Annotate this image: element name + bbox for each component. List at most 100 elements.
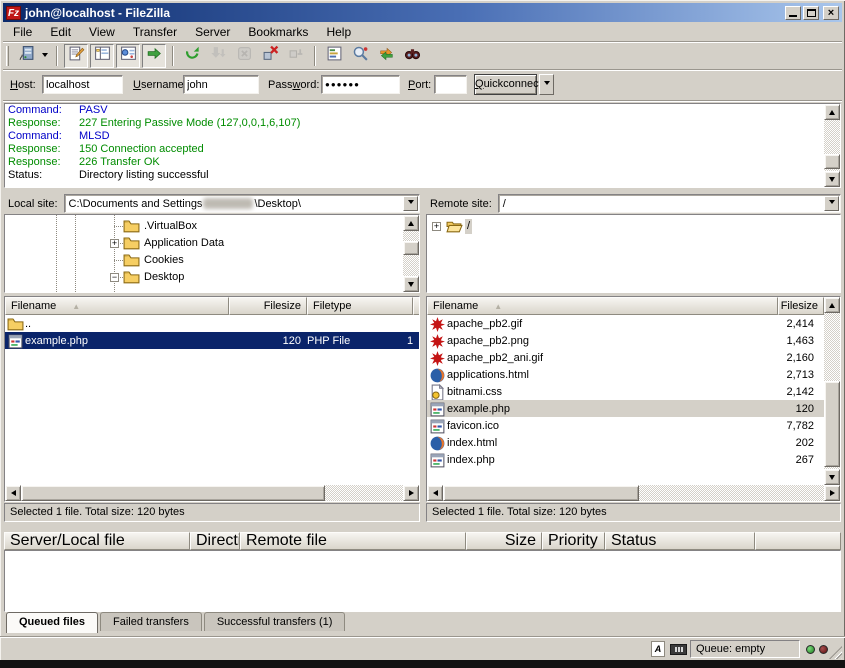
- local-site-row: Local site: C:\Documents and Settings\De…: [4, 194, 420, 213]
- remote-h-scrollbar[interactable]: [427, 485, 840, 501]
- menu-server[interactable]: Server: [186, 23, 239, 41]
- remote-site-dropdown-button[interactable]: [824, 196, 839, 211]
- process-queue-button: [206, 44, 230, 68]
- file-row-applications-html[interactable]: applications.html2,713: [427, 366, 824, 383]
- scroll-thumb[interactable]: [824, 381, 840, 467]
- column-header-label: Filetype: [313, 300, 352, 312]
- minimize-button[interactable]: [785, 6, 801, 20]
- file-row-apache-pb2-gif[interactable]: apache_pb2.gif2,414: [427, 315, 824, 332]
- column-header-l[interactable]: L: [413, 297, 420, 315]
- file-row-index-php[interactable]: index.php267: [427, 451, 824, 468]
- activity-led-green: [806, 645, 815, 654]
- queue-column-status[interactable]: Status: [605, 532, 755, 550]
- local-h-scrollbar[interactable]: [5, 485, 419, 501]
- log-line-label: Status:: [5, 169, 79, 182]
- file-row-apache-pb2-ani-gif[interactable]: apache_pb2_ani.gif2,160: [427, 349, 824, 366]
- maximize-button[interactable]: [803, 6, 819, 20]
- arrow-left-icon: [8, 490, 16, 496]
- menu-view[interactable]: View: [80, 23, 124, 41]
- remote-v-scrollbar[interactable]: [824, 297, 840, 485]
- column-header-filename[interactable]: Filename▲: [5, 297, 229, 315]
- toggle-message-log-button[interactable]: [64, 44, 88, 68]
- queue-column-size[interactable]: Size: [466, 532, 542, 550]
- queue-column-spacer[interactable]: [755, 532, 841, 550]
- queue-column-directi-[interactable]: Directi...: [190, 532, 240, 550]
- file-row-apache-pb2-png[interactable]: apache_pb2.png1,463: [427, 332, 824, 349]
- scroll-thumb[interactable]: [443, 485, 639, 501]
- scroll-up-button[interactable]: [824, 104, 840, 120]
- refresh-button[interactable]: [180, 44, 204, 68]
- scroll-down-button[interactable]: [824, 469, 840, 485]
- image-file-icon: [427, 350, 447, 366]
- file-row-example-php[interactable]: example.php120: [427, 400, 824, 417]
- file-row-index-html[interactable]: index.html202: [427, 434, 824, 451]
- port-input[interactable]: [434, 75, 467, 94]
- file-row-bitnami-css[interactable]: bitnami.css2,142: [427, 383, 824, 400]
- scroll-left-button[interactable]: [427, 485, 443, 501]
- file-row--[interactable]: ..: [5, 315, 419, 332]
- toggle-remote-tree-button[interactable]: [116, 44, 140, 68]
- tree-item-root[interactable]: +/: [427, 218, 838, 235]
- menu-help[interactable]: Help: [317, 23, 360, 41]
- tab-failed-transfers[interactable]: Failed transfers: [100, 612, 202, 631]
- queue-column-server-local-file[interactable]: Server/Local file: [4, 532, 190, 550]
- tree-item-application-data[interactable]: +Application Data: [5, 235, 401, 252]
- column-header-filesize[interactable]: Filesize: [778, 297, 824, 315]
- synchronized-browsing-button[interactable]: [374, 44, 398, 68]
- scroll-thumb[interactable]: [824, 154, 840, 169]
- toggle-local-tree-button[interactable]: [90, 44, 114, 68]
- column-header-filesize[interactable]: Filesize: [229, 297, 307, 315]
- find-files-button[interactable]: [400, 44, 424, 68]
- quickconnect-button[interactable]: Quickconnect: [474, 74, 537, 95]
- scroll-right-button[interactable]: [403, 485, 419, 501]
- menu-bookmarks[interactable]: Bookmarks: [239, 23, 317, 41]
- queue-column-remote-file[interactable]: Remote file: [240, 532, 466, 550]
- scroll-down-button[interactable]: [824, 171, 840, 187]
- host-input[interactable]: [42, 75, 123, 94]
- scroll-up-button[interactable]: [403, 215, 419, 231]
- remote-list-header: Filename▲Filesize: [427, 297, 824, 315]
- queue-column-priority[interactable]: Priority: [542, 532, 605, 550]
- directory-comparison-button[interactable]: [348, 44, 372, 68]
- local-site-combo[interactable]: C:\Documents and Settings\Desktop\: [64, 194, 420, 213]
- tab-successful-transfers-1-[interactable]: Successful transfers (1): [204, 612, 346, 631]
- quickconnect-dropdown-button[interactable]: [539, 74, 554, 95]
- username-input[interactable]: [183, 75, 259, 94]
- scroll-thumb[interactable]: [403, 241, 419, 255]
- file-row-favicon-ico[interactable]: favicon.ico7,782: [427, 417, 824, 434]
- scroll-down-button[interactable]: [403, 276, 419, 292]
- local-site-dropdown-button[interactable]: [403, 196, 418, 211]
- column-header-filename[interactable]: Filename▲: [427, 297, 778, 315]
- tree-item--virtualbox[interactable]: .VirtualBox: [5, 218, 401, 235]
- directory-listing-filters-button[interactable]: [322, 44, 346, 68]
- remote-site-combo[interactable]: /: [498, 194, 841, 213]
- scroll-up-button[interactable]: [824, 297, 840, 313]
- close-button[interactable]: ×: [823, 6, 839, 20]
- tab-queued-files[interactable]: Queued files: [6, 612, 98, 633]
- title-bar: Fz john@localhost - FileZilla ×: [3, 3, 842, 22]
- scroll-left-button[interactable]: [5, 485, 21, 501]
- scroll-thumb[interactable]: [21, 485, 325, 501]
- collapse-icon[interactable]: −: [110, 273, 119, 282]
- menu-transfer[interactable]: Transfer: [124, 23, 186, 41]
- expand-icon[interactable]: +: [432, 222, 441, 231]
- column-header-filetype[interactable]: Filetype: [307, 297, 413, 315]
- menu-file[interactable]: File: [4, 23, 41, 41]
- toggle-transfer-queue-button[interactable]: [142, 44, 166, 68]
- local-tree-scrollbar[interactable]: [403, 215, 419, 292]
- site-manager-button[interactable]: [14, 44, 38, 68]
- password-input[interactable]: [321, 75, 400, 94]
- expand-icon[interactable]: +: [110, 239, 119, 248]
- resize-grip[interactable]: [829, 646, 842, 659]
- tree-item-desktop[interactable]: −Desktop: [5, 269, 401, 286]
- toolbar-grip[interactable]: [6, 46, 9, 66]
- file-name: example.php: [447, 403, 778, 415]
- site-manager-dropdown-button[interactable]: [39, 44, 51, 68]
- disconnect-button[interactable]: [258, 44, 282, 68]
- file-row-example-php[interactable]: example.php120PHP File1: [5, 332, 419, 349]
- queue-body[interactable]: [4, 550, 841, 612]
- log-scrollbar[interactable]: [824, 104, 840, 187]
- menu-edit[interactable]: Edit: [41, 23, 80, 41]
- scroll-right-button[interactable]: [824, 485, 840, 501]
- tree-item-cookies[interactable]: Cookies: [5, 252, 401, 269]
